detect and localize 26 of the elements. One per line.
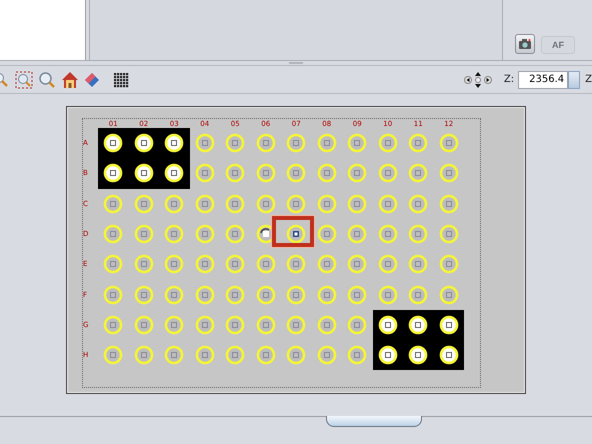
well-icon[interactable] — [378, 314, 398, 335]
z-label: Z: — [504, 74, 514, 85]
eraser-icon[interactable] — [84, 72, 100, 88]
well-icon[interactable] — [103, 163, 124, 184]
well-icon[interactable] — [378, 345, 398, 366]
well-icon[interactable] — [286, 224, 306, 244]
home-icon[interactable] — [61, 70, 79, 88]
well-icon[interactable] — [134, 163, 154, 184]
well-icon[interactable] — [164, 163, 184, 184]
direction-pad-icon[interactable] — [464, 70, 492, 90]
search-icon[interactable] — [38, 70, 56, 88]
z-position-field[interactable]: 2356.4 — [518, 70, 568, 88]
camera-icon — [518, 38, 532, 50]
well-icon[interactable] — [134, 133, 154, 154]
well-icon[interactable] — [164, 133, 184, 154]
well-icon[interactable] — [408, 345, 428, 366]
collapse-tab[interactable] — [326, 416, 422, 427]
z-label: Z — [585, 74, 592, 85]
well-icon[interactable] — [438, 314, 459, 335]
camera-button[interactable] — [515, 34, 535, 54]
zoom-region-icon[interactable] — [15, 70, 33, 88]
well-icon[interactable] — [438, 345, 459, 366]
well-icon[interactable] — [408, 314, 428, 335]
spinner-button[interactable] — [568, 70, 580, 88]
grid-icon[interactable] — [113, 72, 129, 88]
well-icon[interactable] — [103, 133, 124, 154]
